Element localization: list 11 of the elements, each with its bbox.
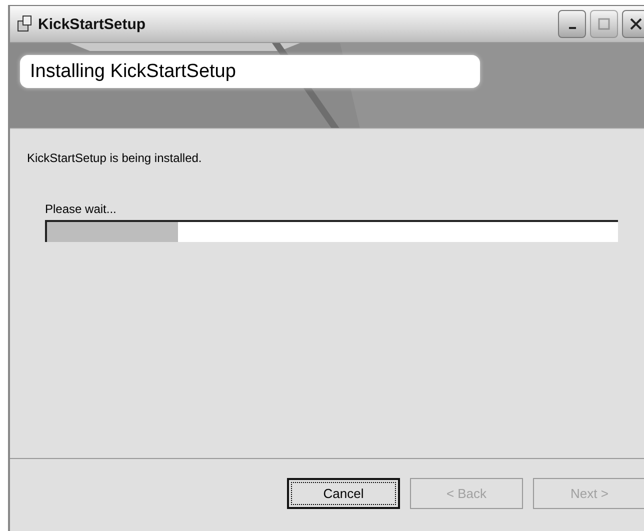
banner-title: Installing KickStartSetup xyxy=(20,55,480,88)
maximize-icon xyxy=(598,18,610,30)
progress-label: Please wait... xyxy=(45,202,118,216)
minimize-button[interactable] xyxy=(558,10,586,38)
installer-icon xyxy=(16,15,34,33)
close-icon xyxy=(629,17,643,31)
status-message: KickStartSetup is being installed. xyxy=(27,151,203,165)
minimize-icon xyxy=(568,27,576,29)
cancel-button[interactable]: Cancel xyxy=(287,478,400,509)
window-title: KickStartSetup xyxy=(38,16,147,32)
close-button[interactable] xyxy=(622,10,644,38)
